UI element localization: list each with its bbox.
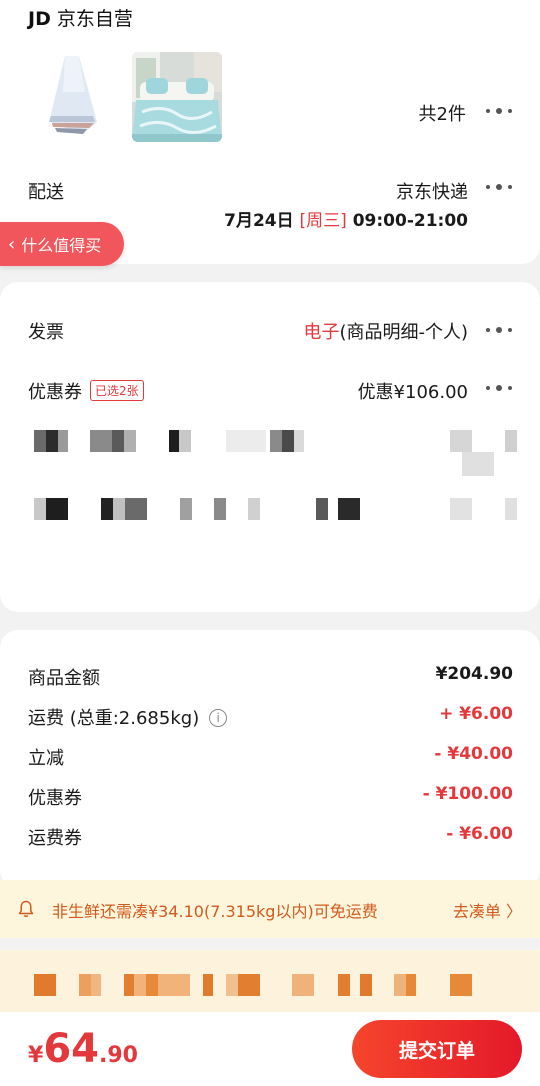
worth-buying-label: 什么值得买 <box>21 236 102 255</box>
bell-icon <box>18 900 34 918</box>
product-thumb-towel[interactable] <box>27 52 117 142</box>
store-name: 京东自营 <box>56 8 133 30</box>
coupon-selected-badge: 已选2张 <box>90 380 144 401</box>
redacted-row-3 <box>0 498 540 522</box>
invoice-coupon-card: 发票 电子(商品明细-个人) 优惠券 已选2张 优惠¥106.00 <box>0 282 540 612</box>
redacted-row <box>0 430 540 454</box>
invoice-detail: (商品明细-个人) <box>339 322 468 343</box>
delivery-carrier[interactable]: 京东快递 <box>396 178 468 204</box>
price-summary-card: 商品金额 ¥204.90 运费 (总重:2.685kg) i + ¥6.00 立减… <box>0 630 540 888</box>
summary-shipping-label-wrap: 运费 (总重:2.685kg) i <box>28 704 228 730</box>
total-decimal: .90 <box>98 1043 138 1068</box>
free-shipping-text: 非生鲜还需凑¥34.10(7.315kg以内)可免运费 <box>52 902 378 921</box>
summary-goods-value: ¥204.90 <box>435 664 513 684</box>
coupon-label: 优惠券 <box>28 382 82 403</box>
worth-buying-button[interactable]: ‹ 什么值得买 <box>0 222 124 266</box>
delivery-date: 7月24日 <box>224 211 294 231</box>
store-title: JD 京东自营 <box>28 4 133 31</box>
delivery-time[interactable]: 7月24日 [周三] 09:00-21:00 <box>224 206 468 231</box>
bedding-image <box>132 52 222 142</box>
redacted-row-2 <box>0 452 540 476</box>
summary-coupon-value: - ¥100.00 <box>422 784 513 804</box>
summary-goods-label: 商品金额 <box>28 668 100 689</box>
total-currency: ¥ <box>28 1043 44 1068</box>
invoice-more-icon[interactable] <box>484 320 514 340</box>
total-integer: 64 <box>43 1026 99 1072</box>
summary-discount-value: - ¥40.00 <box>434 744 513 764</box>
product-thumb-bedding[interactable] <box>132 52 222 142</box>
submit-order-button[interactable]: 提交订单 <box>352 1020 522 1078</box>
invoice-label: 发票 <box>28 322 64 343</box>
info-icon[interactable]: i <box>209 709 228 727</box>
item-count: 共2件 <box>418 104 466 125</box>
towel-image <box>27 52 117 142</box>
summary-shipping-coupon-value: - ¥6.00 <box>446 824 513 844</box>
redacted-promo-strip <box>0 950 540 1014</box>
summary-shipping-value: + ¥6.00 <box>439 704 513 724</box>
checkout-footer: ¥64.90 提交订单 <box>0 1012 540 1086</box>
invoice-type: 电子 <box>303 322 340 343</box>
delivery-more-icon[interactable] <box>484 177 514 197</box>
coupon-value[interactable]: 优惠¥106.00 <box>358 378 468 404</box>
order-total: ¥64.90 <box>28 1026 138 1072</box>
summary-shipping-coupon-label: 运费券 <box>28 828 82 849</box>
delivery-label: 配送 <box>28 182 64 203</box>
invoice-value[interactable]: 电子(商品明细-个人) <box>303 318 468 344</box>
coupon-label-wrap: 优惠券 已选2张 <box>28 378 144 404</box>
add-items-link[interactable]: 去凑单 〉 <box>453 898 522 922</box>
more-icon[interactable] <box>484 101 514 121</box>
summary-discount-label: 立减 <box>28 748 64 769</box>
free-shipping-notice[interactable]: 非生鲜还需凑¥34.10(7.315kg以内)可免运费 去凑单 〉 <box>0 880 540 938</box>
delivery-time-window: 09:00-21:00 <box>352 211 468 231</box>
jd-logo: JD <box>28 8 51 30</box>
summary-shipping-label: 运费 (总重:2.685kg) <box>28 708 200 729</box>
coupon-more-icon[interactable] <box>484 378 514 398</box>
summary-coupon-label: 优惠券 <box>28 788 82 809</box>
chevron-left-icon: ‹ <box>8 233 16 255</box>
delivery-weekday: [周三] <box>299 211 347 231</box>
